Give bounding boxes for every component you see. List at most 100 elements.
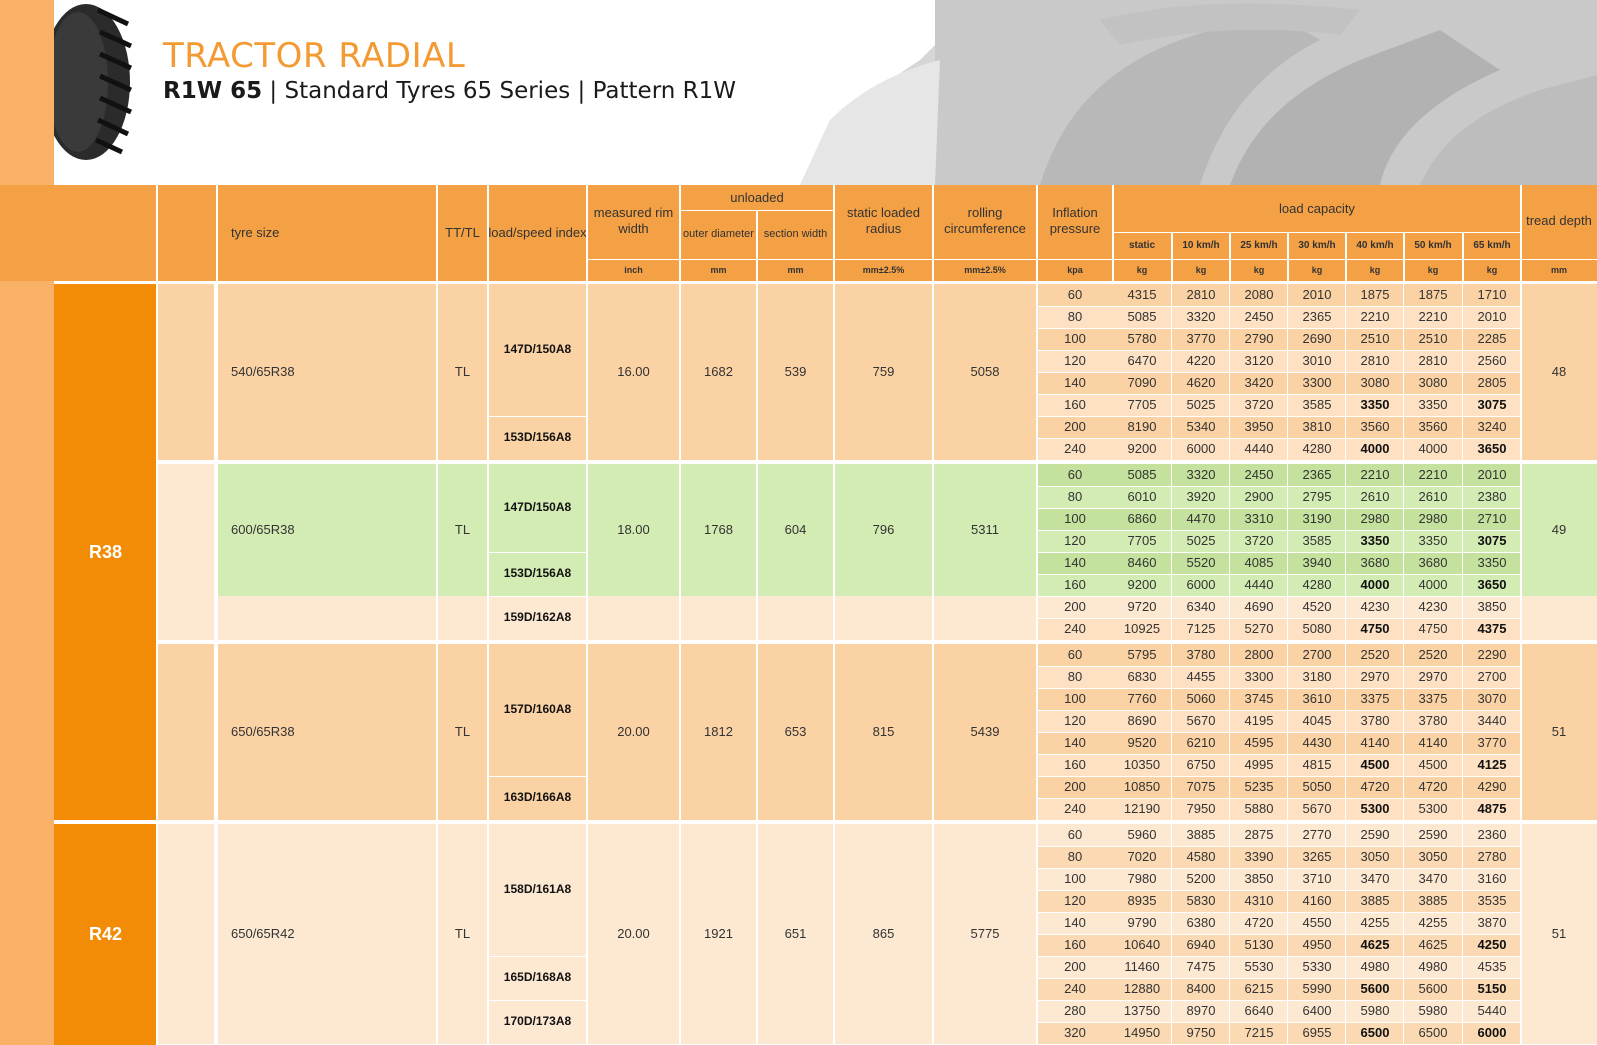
inflation-pressure: 240 <box>1064 800 1086 816</box>
load-capacity: 5080 <box>1302 620 1332 636</box>
load-capacity: 2380 <box>1477 488 1507 504</box>
header-load-1: 10 km/h <box>1182 240 1220 251</box>
inflation-pressure: 100 <box>1064 510 1086 526</box>
static-loaded-radius: 865 <box>872 925 895 941</box>
column-divider <box>932 644 934 820</box>
load-capacity: 10925 <box>1123 620 1161 636</box>
group-gap <box>54 820 157 824</box>
load-capacity: 2080 <box>1244 286 1274 302</box>
load-capacity: 8400 <box>1186 980 1216 996</box>
column-divider <box>216 284 218 460</box>
load-capacity: 7980 <box>1127 870 1157 886</box>
tread-depth: 49 <box>1551 521 1567 537</box>
column-divider <box>436 464 438 640</box>
column-divider <box>436 824 438 1044</box>
column-divider <box>1036 644 1038 820</box>
load-capacity: 4995 <box>1244 756 1274 772</box>
load-capacity: 5025 <box>1186 396 1216 412</box>
inflation-pressure: 100 <box>1064 690 1086 706</box>
load-capacity: 5830 <box>1186 892 1216 908</box>
load-speed-index: 163D/166A8 <box>503 790 572 805</box>
load-capacity: 3650 <box>1477 576 1507 592</box>
load-capacity: 10350 <box>1123 756 1161 772</box>
header-rule <box>1113 232 1521 233</box>
load-capacity: 5960 <box>1127 826 1157 842</box>
tt-tl: TL <box>454 925 471 941</box>
tyre-size: 600/65R38 <box>231 521 295 537</box>
load-capacity: 5670 <box>1186 712 1216 728</box>
load-capacity: 3375 <box>1360 690 1390 706</box>
column-divider <box>833 284 835 460</box>
load-capacity: 3810 <box>1302 418 1332 434</box>
load-speed-index: 147D/150A8 <box>503 500 572 515</box>
column-divider <box>679 464 681 640</box>
load-capacity: 12190 <box>1123 800 1161 816</box>
column-divider <box>679 284 681 460</box>
load-speed-index: 158D/161A8 <box>503 882 572 897</box>
data-row-divider <box>1037 306 1521 307</box>
blank-column-cell <box>157 464 214 640</box>
data-row-divider <box>1037 508 1521 509</box>
load-capacity: 2510 <box>1360 330 1390 346</box>
unit-pressure: kpa <box>1067 264 1083 275</box>
header-divider <box>1345 233 1347 281</box>
outer-diameter: 1768 <box>704 521 733 537</box>
load-capacity: 10640 <box>1123 936 1161 952</box>
load-capacity: 3120 <box>1244 352 1274 368</box>
load-capacity: 4875 <box>1477 800 1507 816</box>
load-capacity: 6470 <box>1127 352 1157 368</box>
header-divider <box>156 185 158 281</box>
header-load-2: 25 km/h <box>1240 240 1278 251</box>
tt-tl: TL <box>454 363 471 379</box>
load-capacity: 4595 <box>1244 734 1274 750</box>
load-capacity: 3350 <box>1418 532 1448 548</box>
load-capacity: 4085 <box>1244 554 1274 570</box>
load-capacity: 5780 <box>1127 330 1157 346</box>
data-row-divider <box>1037 978 1521 979</box>
unit-load-1: kg <box>1195 264 1207 275</box>
header-divider <box>1520 185 1522 281</box>
load-capacity: 4625 <box>1360 936 1390 952</box>
index-divider <box>488 956 587 957</box>
load-capacity: 5670 <box>1302 800 1332 816</box>
load-capacity: 4195 <box>1244 712 1274 728</box>
load-capacity: 4255 <box>1418 914 1448 930</box>
column-divider <box>1462 464 1463 640</box>
load-capacity: 6940 <box>1186 936 1216 952</box>
load-capacity: 6000 <box>1477 1024 1507 1040</box>
load-capacity: 10850 <box>1123 778 1161 794</box>
load-capacity: 2450 <box>1244 308 1274 324</box>
load-capacity: 2610 <box>1360 488 1390 504</box>
load-capacity: 3470 <box>1418 870 1448 886</box>
load-capacity: 8690 <box>1127 712 1157 728</box>
load-capacity: 6010 <box>1127 488 1157 504</box>
load-capacity: 6500 <box>1418 1024 1448 1040</box>
data-row-divider <box>1037 394 1521 395</box>
rim-width: 20.00 <box>617 723 650 739</box>
data-row-divider <box>1037 596 1521 597</box>
header-divider <box>1462 233 1464 281</box>
series-description: | Standard Tyres 65 Series | Pattern R1W <box>262 78 736 104</box>
header-divider <box>487 185 489 281</box>
unit-section: mm <box>787 264 804 275</box>
load-capacity: 8460 <box>1127 554 1157 570</box>
load-capacity: 3300 <box>1244 668 1274 684</box>
load-capacity: 3320 <box>1186 308 1216 324</box>
data-row-divider <box>1037 754 1521 755</box>
load-capacity: 2210 <box>1360 308 1390 324</box>
load-capacity: 8190 <box>1127 418 1157 434</box>
load-capacity: 3440 <box>1477 712 1507 728</box>
inflation-pressure: 120 <box>1064 712 1086 728</box>
inflation-pressure: 160 <box>1064 756 1086 772</box>
load-capacity: 4220 <box>1186 352 1216 368</box>
load-capacity: 3375 <box>1418 690 1448 706</box>
load-capacity: 3160 <box>1477 870 1507 886</box>
load-capacity: 8970 <box>1186 1002 1216 1018</box>
index-divider <box>488 416 587 417</box>
load-capacity: 5050 <box>1302 778 1332 794</box>
load-capacity: 2810 <box>1360 352 1390 368</box>
load-capacity: 4535 <box>1477 958 1507 974</box>
load-capacity: 7760 <box>1127 690 1157 706</box>
header-load-5: 50 km/h <box>1414 240 1452 251</box>
column-divider <box>487 284 489 460</box>
